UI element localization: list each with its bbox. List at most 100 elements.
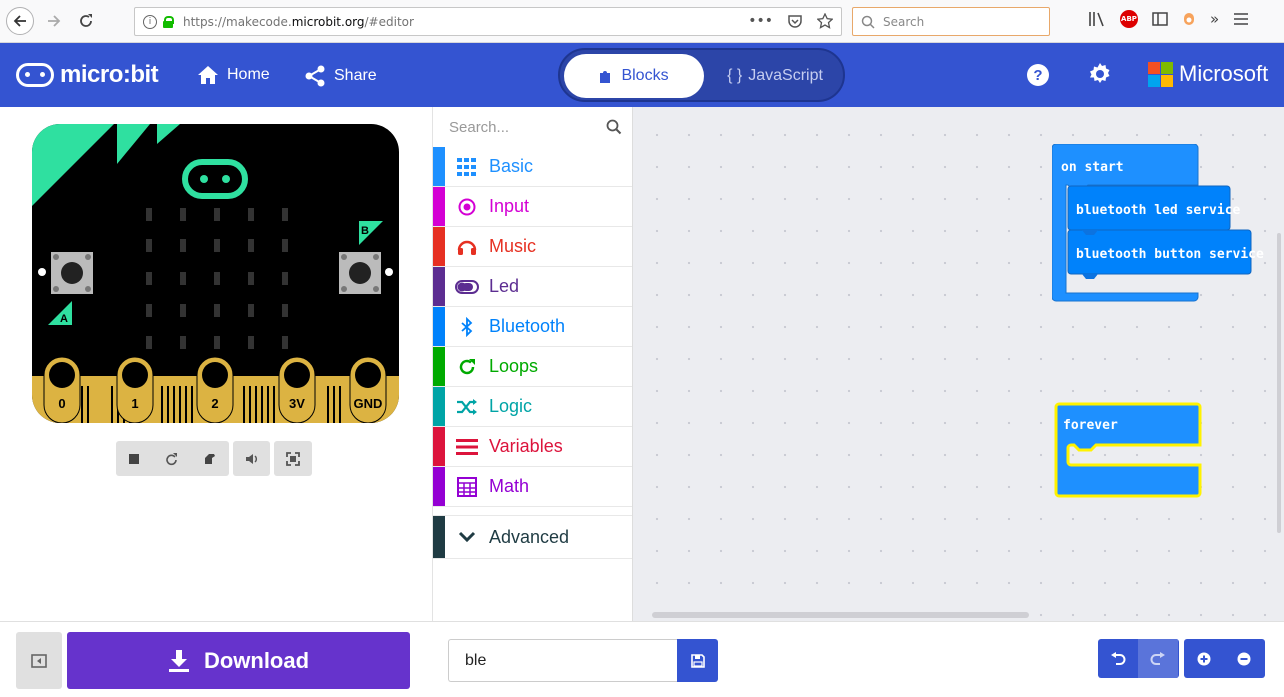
mute-button[interactable]	[233, 441, 270, 476]
restart-icon[interactable]	[164, 452, 178, 466]
collapse-icon	[31, 653, 47, 668]
share-button[interactable]: Share	[304, 65, 377, 87]
category-advanced[interactable]: Advanced	[433, 515, 632, 559]
bluetooth-led-service-block[interactable]: bluetooth led service	[1076, 203, 1240, 218]
speaker-icon	[245, 453, 257, 464]
project-name-input[interactable]: ble	[448, 639, 677, 682]
blocks-tab[interactable]: Blocks	[564, 54, 704, 98]
zoom-in-button[interactable]	[1184, 639, 1224, 678]
fullscreen-button[interactable]	[274, 441, 312, 476]
redo-icon	[1150, 651, 1165, 665]
horizontal-scrollbar[interactable]	[652, 612, 1029, 618]
simulator-panel: A B 0 1 2 3V GND	[0, 107, 432, 621]
pocket-icon[interactable]	[787, 13, 803, 29]
category-color-bar	[433, 387, 445, 426]
category-math[interactable]: Math	[433, 467, 632, 507]
home-icon	[198, 66, 218, 84]
library-icon[interactable]	[1088, 11, 1106, 27]
pin-2-label: 2	[211, 396, 218, 411]
hamburger-menu-icon[interactable]	[1233, 12, 1249, 26]
category-label: Logic	[489, 396, 533, 416]
pin-0-label: 0	[58, 396, 65, 411]
category-label: Led	[489, 276, 520, 296]
microsoft-label: Microsoft	[1179, 61, 1269, 86]
editor-header: micro:bit Home Share Blocks { } JavaScri…	[0, 43, 1284, 107]
stop-icon[interactable]	[128, 453, 140, 465]
toolbox-search-input[interactable]: Search...	[433, 107, 632, 147]
category-color-bar	[433, 227, 445, 266]
calculator-icon	[445, 476, 489, 497]
blocks-workspace[interactable]: on start bluetooth led service bluetooth…	[633, 107, 1284, 621]
undo-icon	[1111, 651, 1126, 665]
pin-3v-label: 3V	[289, 396, 305, 411]
vertical-scrollbar[interactable]	[1277, 233, 1281, 533]
redo-button[interactable]	[1138, 639, 1178, 678]
category-logic[interactable]: Logic	[433, 387, 632, 427]
button-b[interactable]	[339, 252, 381, 294]
category-label: Loops	[489, 356, 539, 376]
category-led[interactable]: Led	[433, 267, 632, 307]
javascript-tab[interactable]: { } JavaScript	[710, 54, 840, 98]
shuffle-icon	[445, 398, 489, 416]
browser-search-input[interactable]: Search	[852, 7, 1050, 36]
category-input[interactable]: Input	[433, 187, 632, 227]
bluetooth-button-service-block[interactable]: bluetooth button service	[1076, 247, 1264, 262]
microbit-board[interactable]: A B 0 1 2 3V GND	[32, 124, 399, 423]
javascript-label: JavaScript	[748, 67, 823, 84]
category-loops[interactable]: Loops	[433, 347, 632, 387]
target-icon	[445, 198, 489, 216]
overflow-chevrons-icon[interactable]: »	[1210, 10, 1219, 28]
editor-footer: Download ble	[0, 621, 1284, 697]
category-bluetooth[interactable]: Bluetooth	[433, 307, 632, 347]
undo-button[interactable]	[1098, 639, 1138, 678]
braces-icon: { }	[727, 67, 743, 84]
slowmo-icon[interactable]	[203, 452, 217, 466]
category-color-bar	[433, 267, 445, 306]
page-actions-icon[interactable]: •••	[748, 13, 773, 29]
button-b-label: B	[361, 225, 369, 237]
settings-gear-icon[interactable]	[1088, 62, 1112, 86]
category-color-bar	[433, 187, 445, 226]
category-color-bar	[433, 516, 445, 558]
sidebar-icon[interactable]	[1152, 12, 1168, 26]
microsoft-squares-icon	[1148, 61, 1173, 87]
loop-arrow-icon	[445, 358, 489, 376]
save-button[interactable]	[677, 639, 718, 682]
microbit-logo-icon	[16, 63, 54, 87]
back-button[interactable]	[6, 7, 34, 35]
home-button[interactable]: Home	[197, 65, 270, 85]
download-button[interactable]: Download	[67, 632, 410, 689]
bluetooth-icon	[445, 316, 489, 337]
extension-icon[interactable]	[1182, 11, 1196, 27]
category-music[interactable]: Music	[433, 227, 632, 267]
headphones-icon	[445, 238, 489, 256]
floppy-disk-icon	[690, 653, 705, 668]
share-icon	[305, 65, 325, 87]
url-bar[interactable]: i https://makecode. microbit.org/#editor …	[134, 7, 842, 36]
category-basic[interactable]: Basic	[433, 147, 632, 187]
help-icon[interactable]: ?	[1027, 64, 1049, 86]
forever-block[interactable]	[1054, 402, 1204, 500]
download-label: Download	[203, 647, 310, 673]
reload-button[interactable]	[72, 7, 100, 35]
zoom-in-icon	[1197, 652, 1211, 665]
category-label: Math	[489, 476, 530, 496]
button-a[interactable]	[51, 252, 93, 294]
adblock-icon[interactable]: ABP	[1120, 10, 1138, 28]
toolbox-search-placeholder: Search...	[449, 118, 510, 136]
search-icon	[861, 15, 875, 29]
category-label: Input	[489, 196, 530, 216]
category-label: Bluetooth	[489, 316, 566, 336]
home-label: Home	[227, 66, 270, 83]
zoom-out-icon	[1237, 652, 1251, 665]
category-variables[interactable]: Variables	[433, 427, 632, 467]
microsoft-logo[interactable]: Microsoft	[1148, 61, 1268, 87]
pin-1-label: 1	[131, 396, 138, 411]
toggle-icon	[445, 279, 489, 294]
info-icon[interactable]: i	[143, 14, 157, 29]
forward-button[interactable]	[40, 7, 68, 35]
collapse-simulator-button[interactable]	[16, 632, 62, 689]
zoom-out-button[interactable]	[1224, 639, 1264, 678]
bookmark-star-icon[interactable]	[817, 13, 833, 29]
microbit-logo[interactable]: micro:bit	[16, 61, 159, 89]
